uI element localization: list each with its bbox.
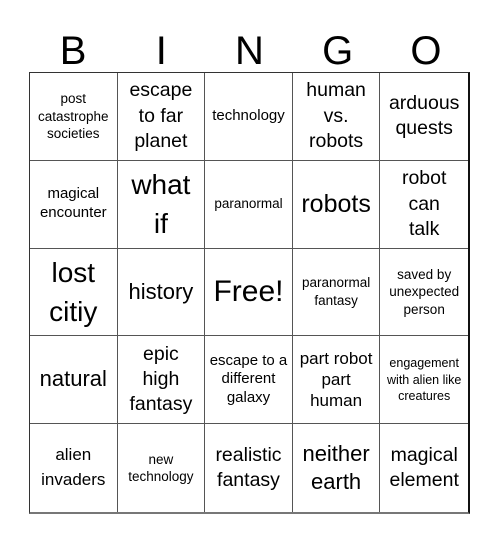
- bingo-cell[interactable]: alien invaders: [30, 424, 118, 512]
- cell-text: robot can talk: [401, 167, 447, 240]
- cell-text: new technology: [128, 451, 194, 485]
- bingo-cell[interactable]: escape to far planet: [117, 73, 206, 161]
- free-space[interactable]: Free!: [205, 248, 293, 337]
- cell-text: escape to far planet: [129, 79, 193, 153]
- free-space-text: Free!: [213, 274, 284, 308]
- cell-text: escape to a different galaxy: [209, 351, 288, 407]
- bingo-cell[interactable]: technology: [205, 73, 293, 161]
- cell-text: what if: [131, 169, 191, 240]
- bingo-cell[interactable]: realistic fantasy: [205, 424, 293, 512]
- bingo-cell[interactable]: neither earth: [293, 424, 381, 512]
- cell-text: paranormal fantasy: [301, 275, 371, 308]
- bingo-grid: post catastrophe societies escape to far…: [29, 72, 470, 514]
- bingo-cell[interactable]: post catastrophe societies: [30, 73, 118, 161]
- bingo-cell[interactable]: history: [117, 248, 206, 337]
- cell-text: history: [128, 278, 194, 304]
- cell-text: paranormal: [214, 196, 283, 212]
- bingo-cell[interactable]: natural: [30, 336, 118, 425]
- bingo-cell[interactable]: lost citiy: [30, 248, 118, 337]
- bingo-header: B I N G O: [29, 22, 470, 73]
- cell-text: robots: [301, 190, 371, 219]
- bingo-cell[interactable]: new technology: [118, 424, 206, 512]
- cell-text: technology: [212, 107, 285, 125]
- cell-text: natural: [39, 366, 107, 392]
- cell-text: magical element: [389, 443, 459, 492]
- bingo-cell[interactable]: saved by unexpected person: [380, 249, 468, 337]
- cell-text: part robot part human: [299, 348, 373, 411]
- bingo-cell[interactable]: part robot part human: [292, 336, 381, 425]
- bingo-cell[interactable]: epic high fantasy: [117, 336, 206, 425]
- bingo-cell[interactable]: paranormal fantasy: [292, 248, 381, 337]
- bingo-cell[interactable]: escape to a different galaxy: [205, 336, 293, 425]
- cell-text: lost citiy: [49, 256, 98, 327]
- cell-text: magical encounter: [39, 185, 107, 222]
- cell-text: epic high fantasy: [129, 342, 193, 416]
- bingo-cell[interactable]: what if: [117, 160, 206, 249]
- cell-text: realistic fantasy: [215, 443, 282, 492]
- cell-text: engagement with alien like creatures: [387, 356, 462, 403]
- cell-text: saved by unexpected person: [389, 266, 460, 317]
- bingo-cell[interactable]: human vs. robots: [292, 73, 381, 161]
- bingo-cell[interactable]: robot can talk: [380, 161, 468, 249]
- cell-text: arduous quests: [388, 92, 460, 140]
- bingo-cell[interactable]: paranormal: [205, 160, 293, 249]
- bingo-cell[interactable]: engagement with alien like creatures: [380, 336, 468, 425]
- cell-text: alien invaders: [41, 445, 106, 490]
- cell-text: neither earth: [302, 440, 370, 495]
- bingo-cell[interactable]: arduous quests: [380, 73, 468, 161]
- bingo-cell[interactable]: magical element: [380, 424, 468, 512]
- cell-text: post catastrophe societies: [38, 91, 109, 142]
- bingo-cell[interactable]: magical encounter: [30, 160, 118, 249]
- bingo-cell[interactable]: robots: [292, 160, 381, 249]
- cell-text: human vs. robots: [306, 79, 366, 153]
